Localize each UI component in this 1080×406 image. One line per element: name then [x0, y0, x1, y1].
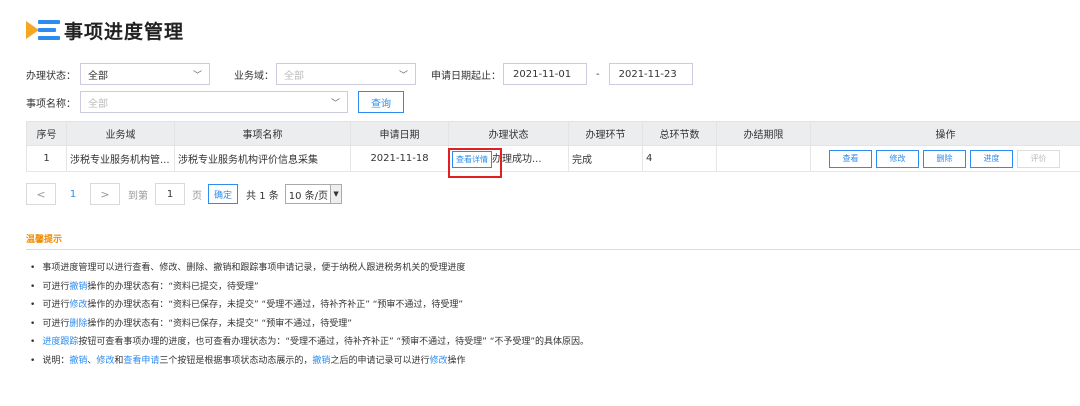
progress-button[interactable]: 进度 [970, 149, 1013, 168]
row-status: 办理成功... [492, 153, 542, 165]
tips-list: 事项进度管理可以进行查看、修改、删除、撤销和跟踪事项申请记录，便于纳税人跟进税务… [30, 259, 589, 371]
item-filter-label: 事项名称： [26, 98, 76, 110]
tip-link[interactable]: 撤销 [69, 282, 87, 292]
tip-link[interactable]: 撤销 [312, 356, 330, 366]
tip-text: 操作 [447, 355, 466, 366]
tip-link[interactable]: 查看申请 [123, 356, 159, 366]
table-row: 1 涉税专业服务机构管... 涉税专业服务机构评价信息采集 2021-11-18… [26, 145, 1080, 172]
chevron-down-icon: ﹀ [398, 70, 408, 81]
domain-filter-label: 业务域： [234, 70, 274, 82]
prev-page-button[interactable]: < [26, 183, 56, 205]
pagination: < 1 > 到第 1 页 确定 共 1 条 10 条/页 ▼ [26, 182, 343, 206]
page-input[interactable]: 1 [155, 183, 185, 205]
view-button[interactable]: 查看 [829, 149, 872, 168]
col-header: 序号 [26, 121, 67, 146]
records-table: 序号 业务域 事项名称 申请日期 办理状态 办理环节 总环节数 办结期限 操作 … [26, 121, 1080, 172]
tip-link[interactable]: 修改 [69, 300, 87, 310]
logo-icon [26, 18, 62, 42]
col-header: 办结期限 [716, 121, 811, 146]
tip-link[interactable]: 修改 [429, 356, 447, 366]
tip-text: 操作的办理状态有：“资料已提交，待受理” [87, 281, 259, 292]
tip-item: 事项进度管理可以进行查看、修改、删除、撤销和跟踪事项申请记录，便于纳税人跟进税务… [30, 259, 589, 278]
col-header: 事项名称 [174, 121, 351, 146]
edit-button[interactable]: 修改 [876, 149, 919, 168]
chevron-down-icon: ﹀ [192, 70, 202, 81]
page-title: 事项进度管理 [64, 20, 185, 43]
tip-text: 可进行 [42, 300, 70, 311]
item-select-value: 全部 [88, 98, 108, 110]
status-filter-label: 办理状态： [26, 70, 76, 82]
col-header: 办理环节 [568, 121, 643, 146]
status-select[interactable]: 全部 ﹀ [80, 63, 210, 85]
domain-select[interactable]: 全部 ﹀ [276, 63, 416, 85]
goto-label: 到第 [128, 190, 148, 202]
tip-text: 说明： [42, 355, 70, 366]
table-header-row: 序号 业务域 事项名称 申请日期 办理状态 办理环节 总环节数 办结期限 操作 [26, 121, 1080, 146]
tip-text: 按钮可查看事项办理的进度，也可查看办理状态为：“受理不通过，待补齐补正” “预审… [78, 337, 590, 348]
tip-item: 可进行删除操作的办理状态有：“资料已保存，未提交” “预审不通过，待受理” [30, 315, 589, 334]
date-range-label: 申请日期起止： [431, 70, 501, 82]
row-date: 2021-11-18 [350, 145, 449, 172]
col-header: 操作 [810, 121, 1080, 146]
tip-link[interactable]: 修改 [96, 356, 114, 366]
tip-link[interactable]: 删除 [69, 319, 87, 329]
page-size-select[interactable]: 10 条/页 ▼ [284, 184, 343, 204]
row-status-cell: 查看详情 办理成功... [448, 145, 569, 172]
tips-divider [26, 249, 1080, 250]
date-separator: - [596, 68, 600, 80]
row-domain: 涉税专业服务机构管... [66, 145, 175, 172]
view-detail-button[interactable]: 查看详情 [452, 150, 492, 168]
tip-link[interactable]: 撤销 [69, 356, 87, 366]
tip-item: 说明：撤销、修改和查看申请三个按钮是根据事项状态动态展示的，撤销之后的申请记录可… [30, 352, 589, 371]
col-header: 业务域 [66, 121, 175, 146]
tip-text: 三个按钮是根据事项状态动态展示的， [159, 355, 313, 366]
tips-title: 温馨提示 [26, 235, 63, 245]
status-select-value: 全部 [88, 70, 108, 82]
end-date-input[interactable]: 2021-11-23 [608, 63, 693, 85]
start-date-input[interactable]: 2021-11-01 [503, 63, 587, 85]
domain-select-value: 全部 [284, 70, 304, 82]
next-page-button[interactable]: > [90, 183, 120, 205]
page-size-value: 10 条/页 [288, 190, 329, 202]
tip-item: 可进行撤销操作的办理状态有：“资料已提交，待受理” [30, 278, 589, 297]
tip-item: 可进行修改操作的办理状态有：“资料已保存，未提交” “受理不通过，待补齐补正” … [30, 296, 589, 315]
row-actions: 查看 修改 删除 进度 评价 [810, 145, 1080, 172]
tip-text: 之后的申请记录可以进行 [330, 355, 430, 366]
page-header: 事项进度管理 [26, 14, 184, 46]
row-stage: 完成 [568, 145, 643, 172]
row-item-name: 涉税专业服务机构评价信息采集 [174, 145, 351, 172]
delete-button[interactable]: 删除 [923, 149, 966, 168]
tip-item: 进度跟踪按钮可查看事项办理的进度，也可查看办理状态为：“受理不通过，待补齐补正”… [30, 333, 589, 352]
col-header: 办理状态 [448, 121, 569, 146]
tip-text: 、 [87, 355, 97, 366]
tip-text: 可进行 [42, 318, 70, 329]
tip-text: 事项进度管理可以进行查看、修改、删除、撤销和跟踪事项申请记录，便于纳税人跟进税务… [42, 263, 466, 273]
item-select[interactable]: 全部 ﹀ [80, 91, 348, 113]
tip-text: 操作的办理状态有：“资料已保存，未提交” “预审不通过，待受理” [87, 318, 352, 329]
total-count: 共 1 条 [246, 190, 279, 202]
tip-text: 操作的办理状态有：“资料已保存，未提交” “受理不通过，待补齐补正” “预审不通… [87, 300, 464, 311]
page-unit: 页 [192, 190, 202, 202]
row-index: 1 [26, 145, 67, 172]
filter-panel: 办理状态： 全部 ﹀ 业务域： 全部 ﹀ 申请日期起止： 2021-11-01 … [26, 62, 1080, 114]
confirm-button[interactable]: 确定 [208, 184, 239, 204]
col-header: 总环节数 [642, 121, 717, 146]
rate-button[interactable]: 评价 [1017, 149, 1060, 168]
page-number[interactable]: 1 [56, 189, 90, 200]
tip-link[interactable]: 进度跟踪 [42, 337, 78, 347]
chevron-down-icon: ﹀ [330, 98, 340, 109]
chevron-down-icon: ▼ [330, 185, 342, 203]
row-deadline [716, 145, 811, 172]
col-header: 申请日期 [350, 121, 449, 146]
tip-text: 可进行 [42, 281, 70, 292]
row-total-steps: 4 [642, 145, 717, 172]
query-button[interactable]: 查询 [358, 91, 404, 113]
